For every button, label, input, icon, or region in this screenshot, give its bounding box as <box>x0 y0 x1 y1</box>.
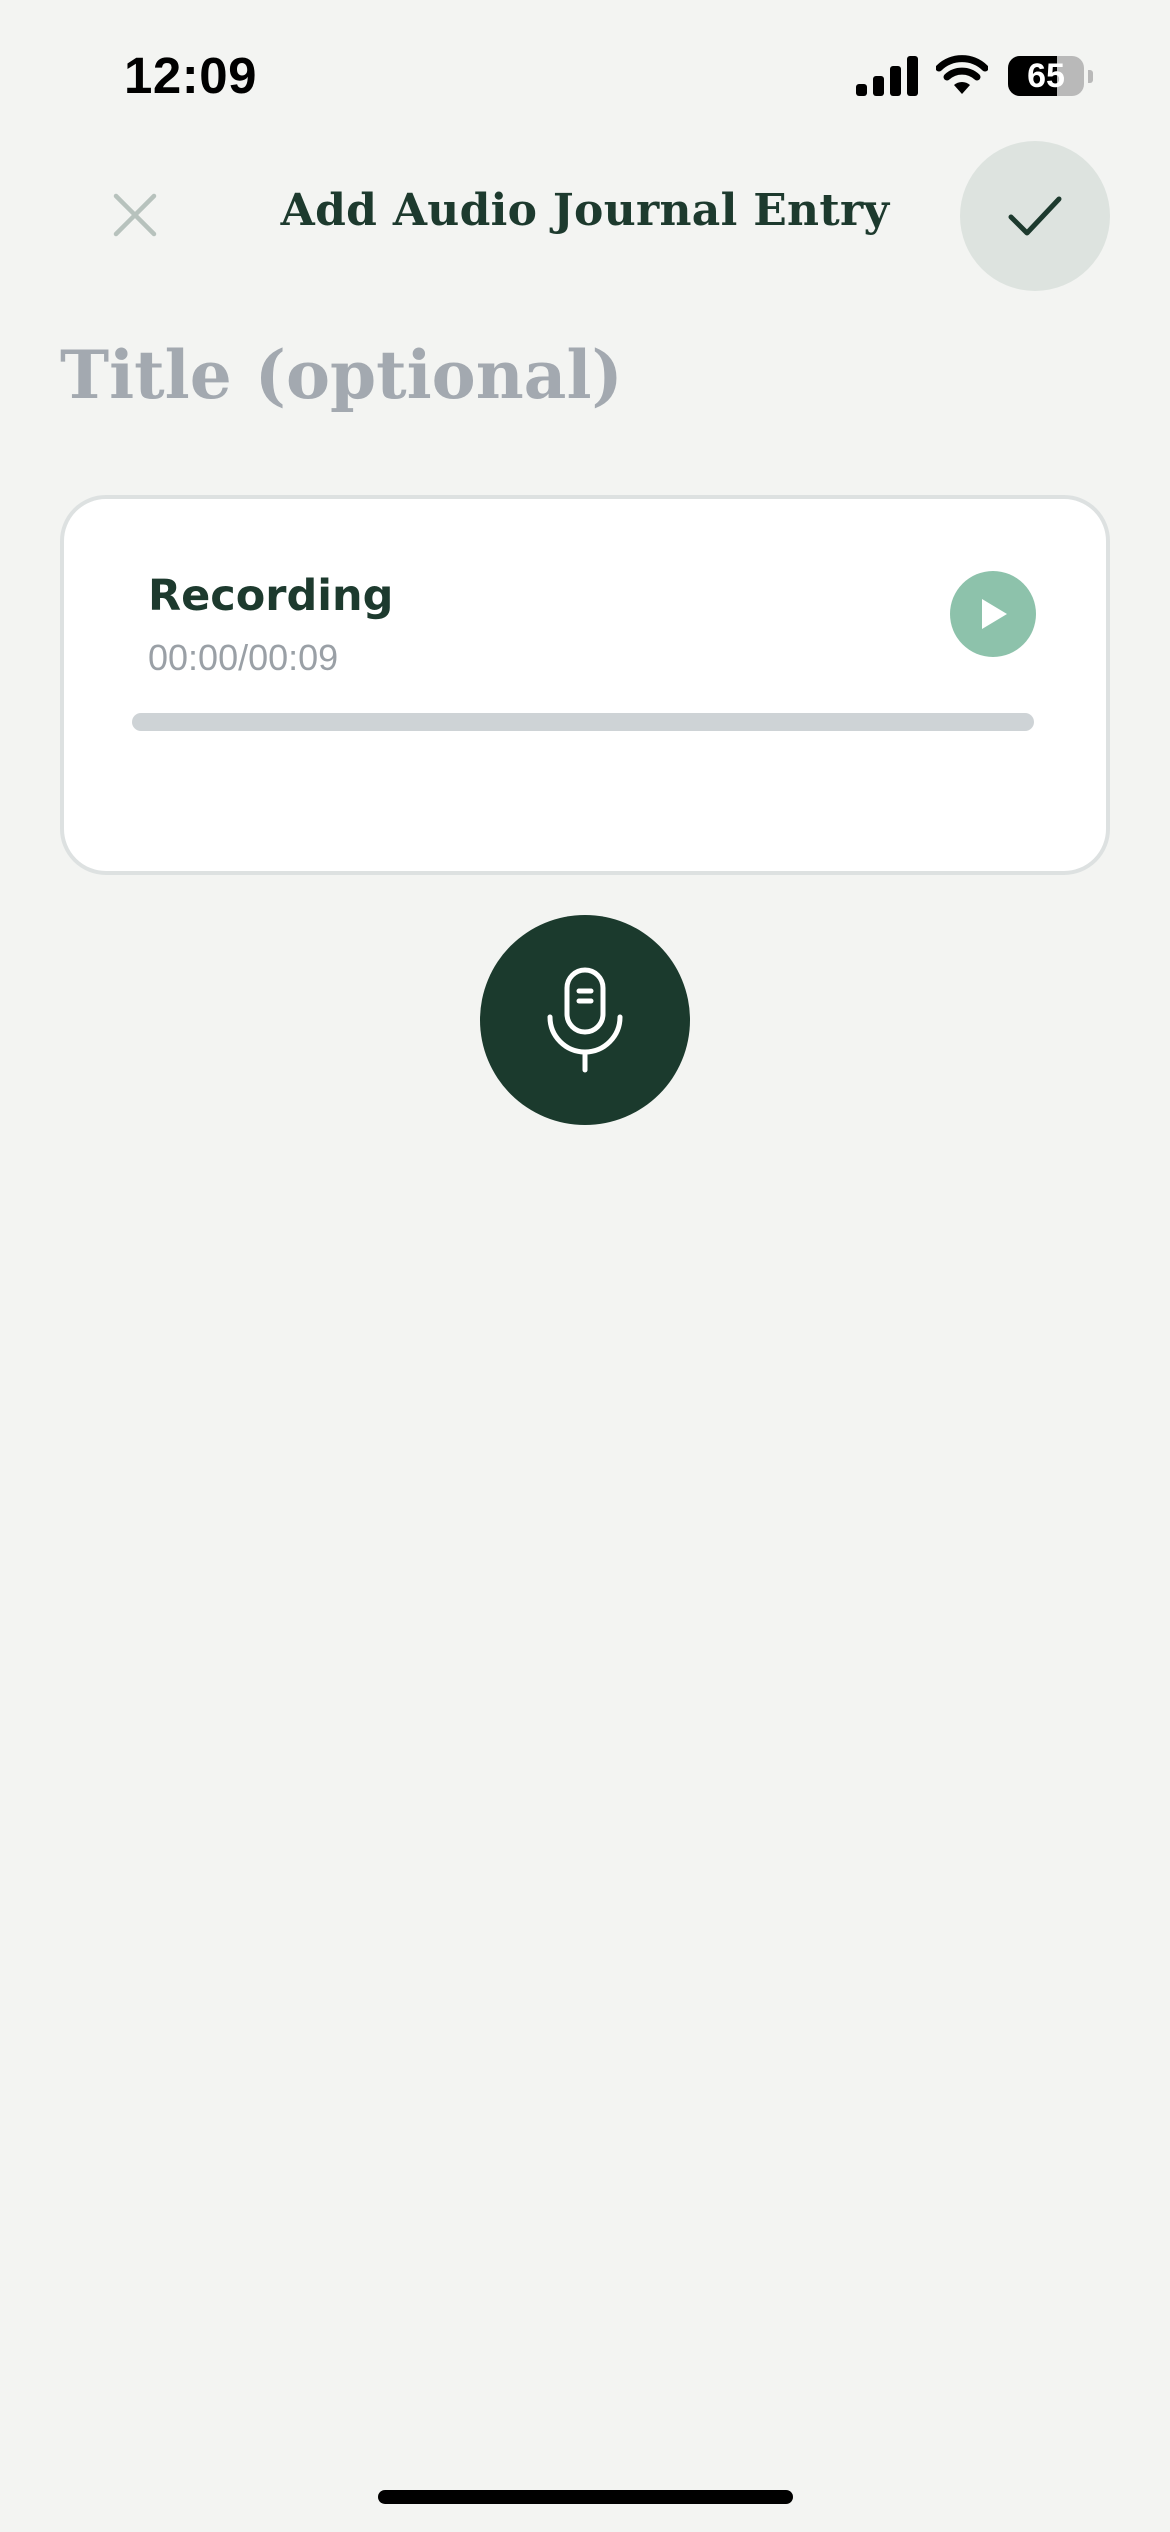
confirm-button[interactable] <box>960 141 1110 291</box>
microphone-icon <box>547 967 623 1073</box>
battery-cap <box>1088 70 1093 83</box>
cellular-signal-icon <box>856 56 918 96</box>
playback-progress-bar[interactable] <box>132 713 1034 731</box>
home-indicator[interactable] <box>378 2490 793 2504</box>
recording-card: Recording 00:00/00:09 <box>60 495 1110 875</box>
recording-label: Recording <box>148 571 394 621</box>
recording-time: 00:00/00:09 <box>148 637 339 678</box>
play-icon <box>982 599 1007 629</box>
battery-icon: 65 <box>1008 56 1084 96</box>
status-time: 12:09 <box>124 47 257 104</box>
close-icon <box>113 193 157 237</box>
record-button[interactable] <box>480 915 690 1125</box>
close-button[interactable] <box>100 180 170 250</box>
title-input[interactable] <box>60 330 1110 420</box>
battery-indicator: 65 <box>1008 56 1093 96</box>
battery-level: 65 <box>1027 57 1065 95</box>
play-button[interactable] <box>950 571 1036 657</box>
status-bar: 12:09 65 <box>0 0 1170 150</box>
checkmark-icon <box>1008 196 1062 236</box>
wifi-icon <box>936 55 988 94</box>
page-title: Add Audio Journal Entry <box>280 185 890 236</box>
